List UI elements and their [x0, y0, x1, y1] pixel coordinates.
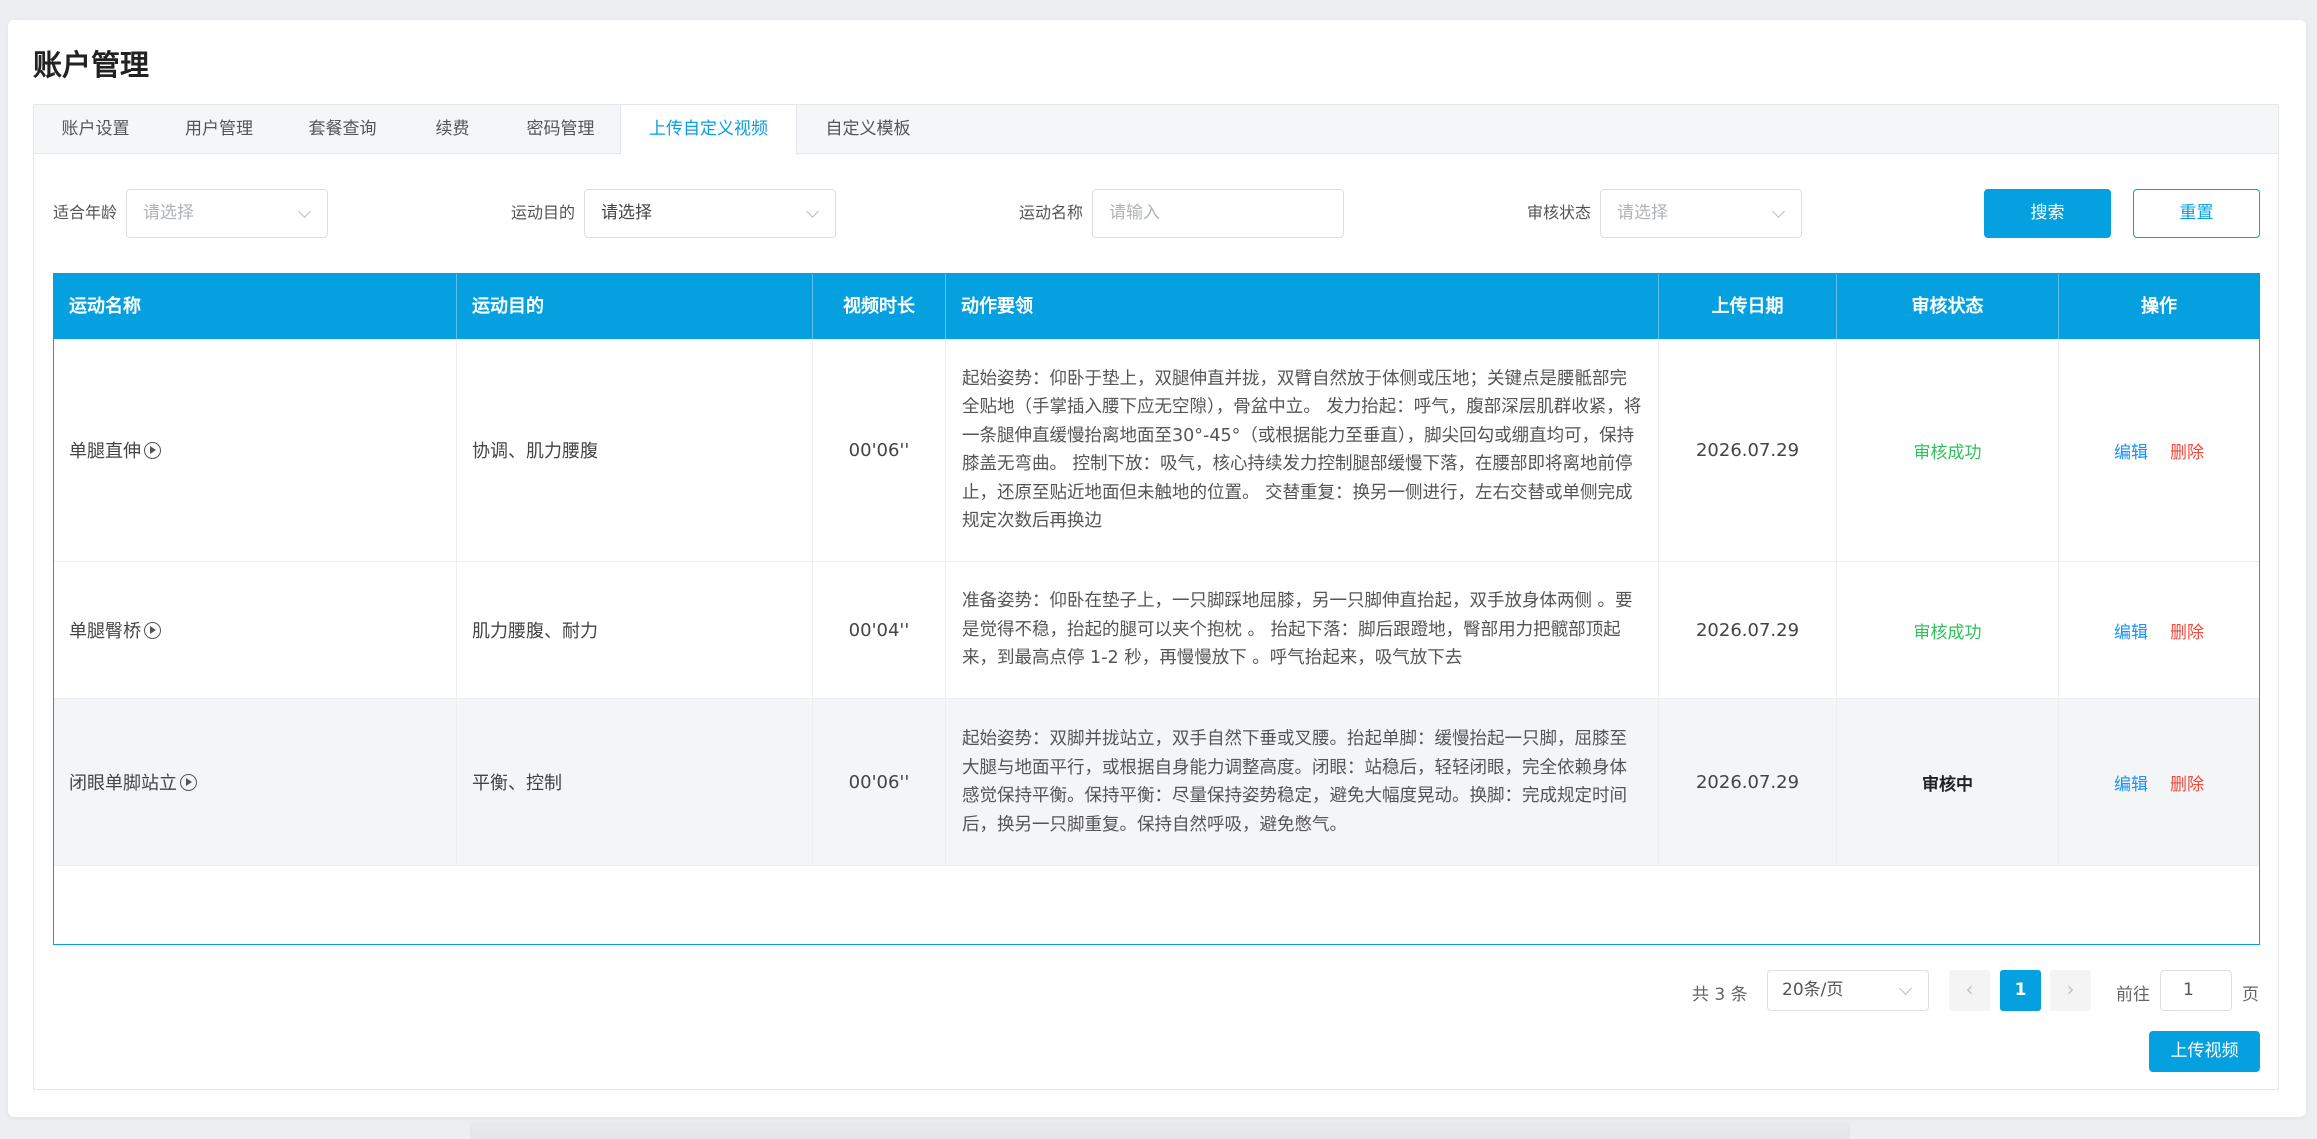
delete-link[interactable]: 删除 — [2170, 770, 2204, 795]
edit-link[interactable]: 编辑 — [2114, 618, 2148, 643]
page-size-value: 20条/页 — [1782, 980, 1844, 1000]
tab-plan-query[interactable]: 套餐查询 — [281, 105, 404, 154]
video-duration: 00'04'' — [813, 562, 946, 698]
name-filter-label: 运动名称 — [1019, 203, 1084, 222]
tab-bar: 账户设置 用户管理 套餐查询 续费 密码管理 上传自定义视频 自定义模板 — [34, 105, 2278, 155]
tab-user-management[interactable]: 用户管理 — [157, 105, 281, 154]
tab-password[interactable]: 密码管理 — [501, 105, 620, 154]
table-row: 单腿直伸 协调、肌力腰腹 00'06'' 起始姿势：仰卧于垫上，双腿伸直并拢，双… — [54, 339, 2259, 562]
next-page-button[interactable]: › — [2050, 970, 2091, 1011]
page-suffix-label: 页 — [2242, 985, 2259, 1005]
status-select[interactable]: 请选择 — [1600, 189, 1802, 238]
age-filter-label: 适合年龄 — [53, 203, 118, 222]
video-table: 运动名称 运动目的 视频时长 动作要领 上传日期 审核状态 操作 单腿直伸 协调… — [53, 273, 2260, 945]
current-page-button[interactable]: 1 — [2000, 970, 2041, 1011]
upload-video-button[interactable]: 上传视频 — [2149, 1031, 2260, 1072]
exercise-purpose: 肌力腰腹、耐力 — [457, 562, 813, 698]
actions-cell: 编辑 删除 — [2059, 339, 2259, 561]
bottom-shadow — [470, 1122, 1850, 1139]
chevron-down-icon — [1899, 982, 1912, 995]
play-icon[interactable] — [144, 621, 161, 639]
cell-name: 闭眼单脚站立 — [54, 699, 457, 865]
age-select[interactable]: 请选择 — [126, 189, 328, 238]
header-status: 审核状态 — [1837, 274, 2059, 339]
goto-page-input[interactable]: 1 — [2160, 970, 2232, 1011]
page-title: 账户管理 — [33, 48, 150, 82]
upload-date: 2026.07.29 — [1659, 699, 1837, 865]
play-icon[interactable] — [144, 441, 161, 459]
purpose-filter-label: 运动目的 — [511, 203, 576, 222]
pagination-total: 共 3 条 — [1692, 985, 1748, 1005]
exercise-name: 闭眼单脚站立 — [69, 773, 177, 794]
name-input[interactable]: 请输入 — [1092, 189, 1344, 238]
edit-link[interactable]: 编辑 — [2114, 438, 2148, 463]
delete-link[interactable]: 删除 — [2170, 618, 2204, 643]
chevron-down-icon — [298, 205, 311, 218]
upload-date: 2026.07.29 — [1659, 562, 1837, 698]
cell-name: 单腿直伸 — [54, 339, 457, 561]
cell-name: 单腿臀桥 — [54, 562, 457, 698]
tab-custom-template[interactable]: 自定义模板 — [797, 105, 939, 154]
exercise-purpose: 协调、肌力腰腹 — [457, 339, 813, 561]
tab-account-settings[interactable]: 账户设置 — [34, 105, 157, 154]
header-actions: 操作 — [2141, 296, 2177, 317]
status-cell: 审核中 — [1837, 699, 2059, 865]
actions-cell: 编辑 删除 — [2059, 699, 2259, 865]
prev-page-button[interactable]: ‹ — [1949, 970, 1990, 1011]
purpose-select-value: 请选择 — [601, 203, 652, 223]
status-filter-label: 审核状态 — [1527, 203, 1592, 222]
delete-link[interactable]: 删除 — [2170, 438, 2204, 463]
row-name-wrap: 单腿直伸 — [54, 437, 161, 463]
play-icon[interactable] — [180, 773, 197, 791]
chevron-down-icon — [806, 205, 819, 218]
video-duration: 00'06'' — [813, 699, 946, 865]
chevron-down-icon — [1772, 205, 1785, 218]
status-badge: 审核成功 — [1913, 622, 1982, 643]
video-duration: 00'06'' — [813, 339, 946, 561]
status-badge: 审核成功 — [1913, 442, 1982, 463]
exercise-description: 起始姿势：双脚并拢站立，双手自然下垂或叉腰。抬起单脚：缓慢抬起一只脚，屈膝至大腿… — [946, 699, 1659, 865]
header-description: 动作要领 — [946, 274, 1659, 339]
name-input-placeholder: 请输入 — [1109, 203, 1160, 223]
status-cell: 审核成功 — [1837, 339, 2059, 561]
age-select-placeholder: 请选择 — [143, 203, 194, 223]
header-date: 上传日期 — [1659, 274, 1837, 339]
status-cell: 审核成功 — [1837, 562, 2059, 698]
exercise-description: 准备姿势：仰卧在垫子上，一只脚踩地屈膝，另一只脚伸直抬起，双手放身体两侧 。要是… — [946, 562, 1659, 698]
status-badge: 审核中 — [1922, 774, 1973, 795]
row-name-wrap: 单腿臀桥 — [54, 617, 161, 643]
table-row: 闭眼单脚站立 平衡、控制 00'06'' 起始姿势：双脚并拢站立，双手自然下垂或… — [54, 699, 2259, 866]
header-duration: 视频时长 — [813, 274, 946, 339]
exercise-purpose: 平衡、控制 — [457, 699, 813, 865]
upload-date: 2026.07.29 — [1659, 339, 1837, 561]
purpose-select[interactable]: 请选择 — [584, 189, 836, 238]
search-button[interactable]: 搜索 — [1984, 189, 2111, 238]
tab-upload-video[interactable]: 上传自定义视频 — [620, 105, 797, 155]
actions-cell: 编辑 删除 — [2059, 562, 2259, 698]
goto-label: 前往 — [2116, 985, 2150, 1005]
edit-link[interactable]: 编辑 — [2114, 770, 2148, 795]
table-header: 运动名称 运动目的 视频时长 动作要领 上传日期 审核状态 操作 — [54, 274, 2259, 339]
table-row: 单腿臀桥 肌力腰腹、耐力 00'04'' 准备姿势：仰卧在垫子上，一只脚踩地屈膝… — [54, 562, 2259, 699]
page-size-select[interactable]: 20条/页 — [1767, 970, 1929, 1011]
header-purpose: 运动目的 — [457, 274, 813, 339]
status-select-placeholder: 请选择 — [1617, 203, 1668, 223]
exercise-description: 起始姿势：仰卧于垫上，双腿伸直并拢，双臂自然放于体侧或压地；关键点是腰骶部完全贴… — [946, 339, 1659, 561]
tab-renew[interactable]: 续费 — [404, 105, 501, 154]
row-name-wrap: 闭眼单脚站立 — [54, 769, 197, 795]
exercise-name: 单腿直伸 — [69, 441, 141, 462]
header-name: 运动名称 — [54, 274, 457, 339]
exercise-name: 单腿臀桥 — [69, 621, 141, 642]
reset-button[interactable]: 重置 — [2133, 189, 2260, 238]
